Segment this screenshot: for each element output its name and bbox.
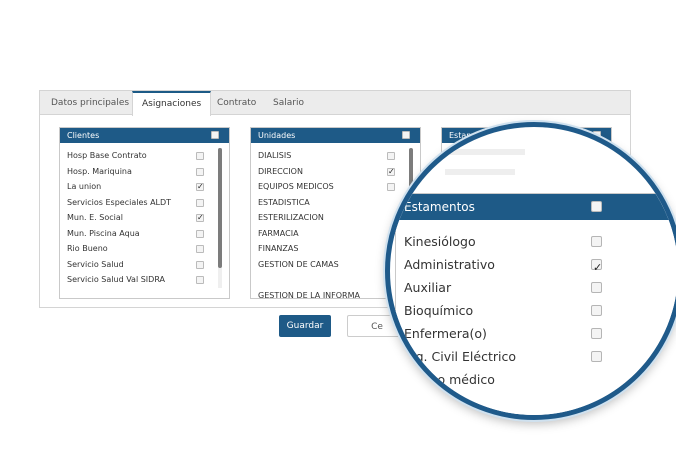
estamentos-zoom-select-all-checkbox[interactable] xyxy=(591,201,602,212)
clientes-title: Clientes xyxy=(67,131,100,140)
list-item-label: Kinesiólogo xyxy=(404,234,476,249)
list-item-label: Mun. Piscina Aqua xyxy=(67,228,140,238)
list-item-label: DIRECCION xyxy=(258,166,303,176)
list-item-label: EQUIPOS MEDICOS xyxy=(258,182,334,191)
tab-datos-principales[interactable]: Datos principales xyxy=(42,91,138,115)
list-item-label: Rio Bueno xyxy=(67,244,108,253)
list-item-label: Auxiliar xyxy=(404,280,452,295)
list-item[interactable]: Servicios Especiales ALDT xyxy=(60,195,229,211)
list-item-label: ESTADISTICA xyxy=(258,197,310,207)
list-item-label: La union xyxy=(67,182,102,191)
tab-contrato[interactable]: Contrato xyxy=(208,91,265,115)
list-item-label: Hosp Base Contrato xyxy=(67,151,147,160)
item-checkbox[interactable] xyxy=(196,229,204,238)
tab-asignaciones[interactable]: Asignaciones xyxy=(132,91,212,116)
item-checkbox[interactable] xyxy=(591,351,602,362)
estamentos-zoom-list: Kinesiólogo Administrativo Auxiliar Bioq… xyxy=(396,220,676,414)
list-item[interactable]: DIRECCION xyxy=(251,164,420,179)
ghost-row xyxy=(445,169,515,175)
list-item[interactable]: Auxiliar xyxy=(396,276,676,299)
item-checkbox[interactable] xyxy=(196,167,204,176)
item-checkbox[interactable] xyxy=(591,305,602,316)
list-item-label: FINANZAS xyxy=(258,244,299,253)
clientes-scrollbar-thumb[interactable] xyxy=(218,148,222,268)
unidades-select-all-checkbox[interactable] xyxy=(402,131,410,139)
list-item[interactable]: Ing. Civil Eléctrico xyxy=(396,345,676,368)
list-item-label: GESTION DE LA INFORMA xyxy=(258,290,360,299)
list-item-label: Hosp. Mariquina xyxy=(67,166,132,176)
unidades-header: Unidades xyxy=(251,128,420,143)
list-item[interactable]: Bioquímico xyxy=(396,299,676,322)
list-item[interactable]: Mun. Piscina Aqua xyxy=(60,226,229,242)
item-checkbox[interactable] xyxy=(387,164,395,179)
item-checkbox[interactable] xyxy=(591,236,602,247)
list-item-label: Servicios Especiales ALDT xyxy=(67,197,172,207)
item-checkbox[interactable] xyxy=(196,210,204,226)
list-item-label: DIALISIS xyxy=(258,151,292,160)
list-item-label: Servicio Salud Val SIDRA xyxy=(67,275,166,284)
list-item-label: Administrativo xyxy=(404,257,495,272)
item-checkbox[interactable] xyxy=(196,198,204,207)
item-checkbox[interactable] xyxy=(196,276,204,284)
list-item-label: Mun. E. Social xyxy=(67,213,123,222)
item-checkbox[interactable] xyxy=(196,179,204,195)
item-checkbox[interactable] xyxy=(591,282,602,293)
item-checkbox[interactable] xyxy=(387,152,395,160)
list-item[interactable]: Hosp Base Contrato xyxy=(60,148,229,164)
list-item[interactable]: Enfermera(o) xyxy=(396,322,676,345)
list-item-label: FARMACIA xyxy=(258,228,299,238)
item-checkbox[interactable] xyxy=(387,183,395,191)
list-item-label: Servicio Salud xyxy=(67,259,124,269)
list-item-label: Bioquímico xyxy=(404,303,474,318)
list-item[interactable]: La union xyxy=(60,179,229,195)
unidades-title: Unidades xyxy=(258,131,296,140)
ghost-row xyxy=(445,149,525,155)
item-checkbox[interactable] xyxy=(196,260,204,269)
list-item[interactable]: Administrativo xyxy=(396,253,676,279)
item-checkbox[interactable] xyxy=(196,152,204,160)
list-item[interactable]: Servicio Salud Val SIDRA xyxy=(60,272,229,288)
list-item-label: Enfermera(o) xyxy=(404,326,487,341)
clientes-header: Clientes xyxy=(60,128,229,143)
clientes-panel: Clientes Hosp Base Contrato Hosp. Mariqu… xyxy=(59,127,230,299)
item-checkbox[interactable] xyxy=(196,245,204,253)
list-item[interactable]: Servicio Salud xyxy=(60,257,229,273)
estamentos-zoom-title: Estamentos xyxy=(404,200,475,214)
list-item-label: ESTERILIZACION xyxy=(258,213,324,222)
list-item-label: Ing. Civil Eléctrico xyxy=(404,349,516,364)
clientes-select-all-checkbox[interactable] xyxy=(211,131,219,139)
list-item[interactable]: Rio Bueno xyxy=(60,241,229,257)
list-item[interactable]: Mun. E. Social xyxy=(60,210,229,226)
magnifier-lens: Estamentos Kinesiólogo Administrativo Au… xyxy=(385,122,676,420)
list-item-label: ador web xyxy=(408,395,467,410)
tab-bar: Datos principales Asignaciones Contrato … xyxy=(40,91,630,116)
list-item[interactable]: DIALISIS xyxy=(251,148,420,164)
estamentos-zoom-header: Estamentos xyxy=(396,194,676,220)
clientes-list: Hosp Base Contrato Hosp. Mariquina La un… xyxy=(60,143,229,288)
list-item-label: GESTION DE CAMAS xyxy=(258,259,339,269)
list-item[interactable]: Hosp. Mariquina xyxy=(60,164,229,180)
list-item[interactable]: Kinesiólogo xyxy=(396,230,676,253)
tab-salario[interactable]: Salario xyxy=(264,91,313,115)
list-item[interactable]: cnologo médico xyxy=(390,368,676,391)
list-item-label: cnologo médico xyxy=(396,372,495,387)
item-checkbox[interactable] xyxy=(591,256,602,279)
estamentos-zoom-panel: Estamentos Kinesiólogo Administrativo Au… xyxy=(395,193,676,415)
item-checkbox[interactable] xyxy=(591,328,602,339)
list-item[interactable]: ador web xyxy=(400,391,676,414)
save-button[interactable]: Guardar xyxy=(279,315,331,337)
